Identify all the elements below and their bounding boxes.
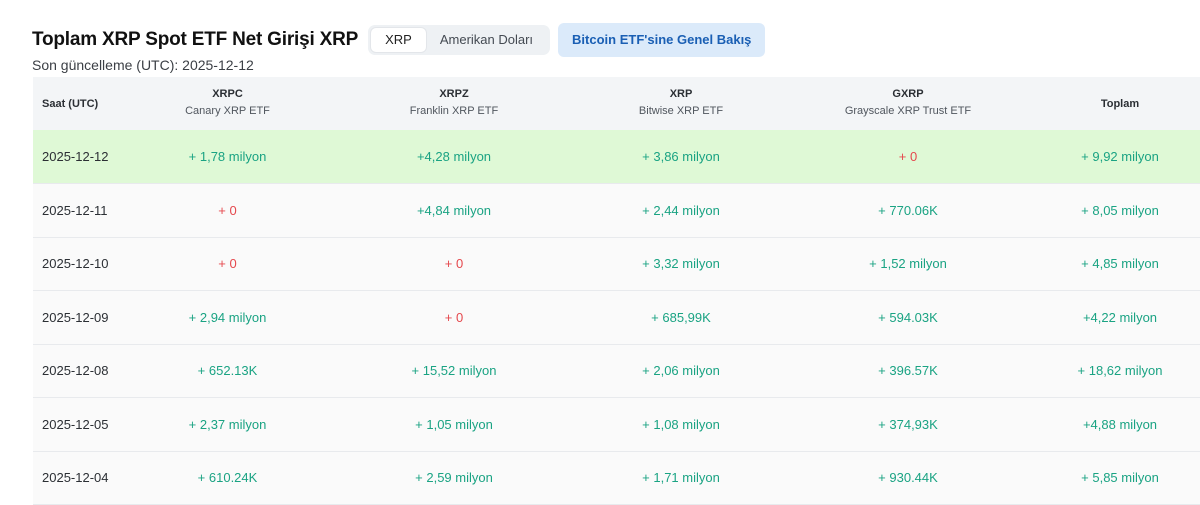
table-row: 2025-12-08 + 652.13K + 15,52 milyon + 2,06 … [33,344,1200,398]
flow-value-cell: + 396.57K [878,363,938,379]
flow-value-cell: + 2,94 milyon [188,309,267,325]
etf-flow-table-container: Saat (UTC) XRPC Canary XRP ETF XRPZ Fran… [33,77,1200,505]
row-date: 2025-12-08 [42,363,109,379]
flow-value-cell: + 2,44 milyon [642,202,720,218]
column-header-xrpc: XRPC Canary XRP ETF [133,77,322,130]
table-body: 2025-12-12 + 1,78 milyon +4,28 milyon + 3,8… [33,130,1200,505]
flow-value-cell: +4,28 milyon [416,149,492,164]
toggle-usd[interactable]: Amerikan Doları [426,28,547,52]
flow-value-cell: + 652.13K [197,363,258,379]
flow-value-cell: + 0 [218,202,237,218]
table-row: 2025-12-09 + 2,94 milyon + 0 + 685,99K + 594… [33,290,1200,344]
flow-value-cell: + 15,52 milyon [411,363,497,379]
flow-value-cell: + 610.24K [197,470,258,486]
flow-value-cell: + 4,85 milyon [1081,256,1159,272]
flow-value-cell: + 930.44K [878,470,938,486]
flow-value-cell: + 1,78 milyon [188,149,267,164]
table-row: 2025-12-05 + 2,37 milyon + 1,05 milyon + 1,… [33,397,1200,451]
flow-value-cell: + 1,08 milyon [642,416,720,432]
flow-value-cell: + 5,85 milyon [1081,470,1159,486]
flow-value-cell: + 770.06K [878,202,938,218]
table-row: 2025-12-12 + 1,78 milyon +4,28 milyon + 3,8… [33,130,1200,184]
row-date: 2025-12-10 [42,256,109,272]
table-row: 2025-12-11 + 0 +4,84 milyon + 2,44 milyon + … [33,183,1200,237]
flow-value-cell: + 685,99K [651,309,711,325]
table-row: 2025-12-10 + 0 + 0 + 3,32 milyon + 1,52 mily… [33,237,1200,291]
flow-value-cell: +4,22 milyon [1082,309,1158,325]
column-header-total: Toplam [1100,97,1140,110]
flow-value-cell: + 3,86 milyon [642,149,720,164]
page-title: Toplam XRP Spot ETF Net Girişi XRP [32,29,359,50]
column-fund-name: Franklin XRP ETF [409,105,499,117]
column-header-date: Saat (UTC) [42,97,99,110]
flow-value-cell: +4,88 milyon [1082,416,1158,432]
row-date: 2025-12-05 [42,416,109,432]
flow-value-cell: + 0 [218,256,237,272]
flow-value-cell: + 1,71 milyon [642,470,720,486]
flow-value-cell: + 3,32 milyon [642,256,720,272]
bitcoin-etf-overview-button[interactable]: Bitcoin ETF'sine Genel Bakış [558,23,766,57]
column-symbol: XRPC [212,88,243,100]
toggle-xrp[interactable]: XRP [371,28,426,52]
row-date: 2025-12-04 [42,470,109,486]
flow-value-cell: + 374,93K [878,416,938,432]
unit-toggle: XRP Amerikan Doları [368,25,551,55]
column-header-gxrp: GXRP Grayscale XRP Trust ETF [776,77,1040,130]
row-date: 2025-12-09 [42,309,109,325]
flow-value-cell: +4,84 milyon [416,202,492,218]
column-symbol: GXRP [892,88,924,100]
table-header-row: Saat (UTC) XRPC Canary XRP ETF XRPZ Fran… [33,77,1200,130]
table-row: 2025-12-04 + 610.24K + 2,59 milyon + 1,71 m… [33,451,1200,505]
flow-value-cell: + 1,05 milyon [415,416,493,432]
row-date: 2025-12-11 [42,202,108,218]
column-header-xrp: XRP Bitwise XRP ETF [586,77,776,130]
page-header: Toplam XRP Spot ETF Net Girişi XRP XRP A… [32,20,1192,60]
etf-flow-table: Saat (UTC) XRPC Canary XRP ETF XRPZ Fran… [33,77,1200,505]
flow-value-cell: + 1,52 milyon [869,256,947,272]
column-symbol: XRPZ [439,88,469,100]
flow-value-cell: + 2,59 milyon [415,470,493,486]
row-date: 2025-12-12 [42,149,109,164]
flow-value-cell: + 0 [444,256,464,272]
flow-value-cell: + 594.03K [878,309,938,325]
flow-value-cell: + 2,06 milyon [642,363,720,379]
column-header-xrpz: XRPZ Franklin XRP ETF [322,77,586,130]
flow-value-cell: + 2,37 milyon [188,416,267,432]
flow-value-cell: + 0 [898,149,918,164]
column-symbol: XRP [669,88,693,100]
last-updated-text: Son güncelleme (UTC): 2025-12-12 [32,57,254,73]
column-fund-name: Grayscale XRP Trust ETF [844,105,972,117]
flow-value-cell: + 0 [444,309,464,325]
column-fund-name: Canary XRP ETF [185,105,270,117]
flow-value-cell: + 9,92 milyon [1081,149,1159,164]
column-fund-name: Bitwise XRP ETF [638,105,724,117]
flow-value-cell: + 8,05 milyon [1081,202,1159,218]
flow-value-cell: + 18,62 milyon [1077,363,1163,379]
